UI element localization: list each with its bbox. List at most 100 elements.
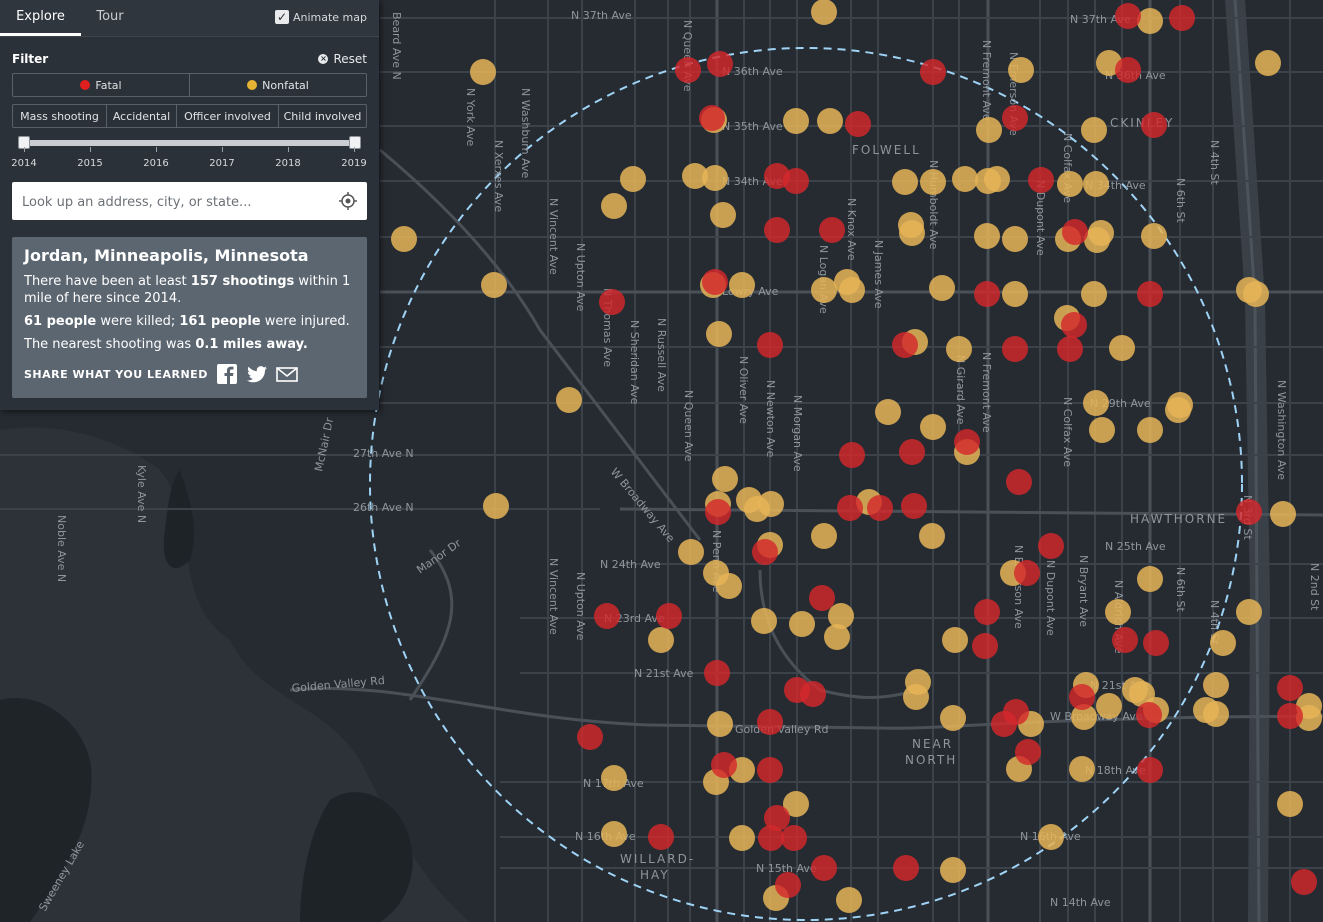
- fatal-shooting-marker[interactable]: [1136, 702, 1162, 728]
- nonfatal-shooting-marker[interactable]: [1088, 220, 1114, 246]
- fatal-shooting-marker[interactable]: [1112, 627, 1138, 653]
- nonfatal-shooting-marker[interactable]: [1081, 281, 1107, 307]
- fatal-shooting-marker[interactable]: [764, 217, 790, 243]
- filter-child-involved-button[interactable]: Child involved: [279, 105, 366, 127]
- fatal-shooting-marker[interactable]: [899, 439, 925, 465]
- nonfatal-shooting-marker[interactable]: [811, 523, 837, 549]
- twitter-icon[interactable]: [246, 363, 268, 385]
- email-icon[interactable]: [276, 363, 298, 385]
- fatal-shooting-marker[interactable]: [1115, 3, 1141, 29]
- fatal-shooting-marker[interactable]: [1277, 703, 1303, 729]
- fatal-shooting-marker[interactable]: [1003, 699, 1029, 725]
- fatal-shooting-marker[interactable]: [781, 825, 807, 851]
- nonfatal-shooting-marker[interactable]: [920, 414, 946, 440]
- filter-fatal-button[interactable]: Fatal: [13, 74, 190, 96]
- nonfatal-shooting-marker[interactable]: [1255, 50, 1281, 76]
- nonfatal-shooting-marker[interactable]: [678, 539, 704, 565]
- nonfatal-shooting-marker[interactable]: [601, 821, 627, 847]
- fatal-shooting-marker[interactable]: [1137, 757, 1163, 783]
- nonfatal-shooting-marker[interactable]: [1137, 8, 1163, 34]
- nonfatal-shooting-marker[interactable]: [1203, 672, 1229, 698]
- nonfatal-shooting-marker[interactable]: [811, 277, 837, 303]
- nonfatal-shooting-marker[interactable]: [1203, 701, 1229, 727]
- fatal-shooting-marker[interactable]: [758, 825, 784, 851]
- filter-mass-shooting-button[interactable]: Mass shooting: [13, 105, 107, 127]
- nonfatal-shooting-marker[interactable]: [920, 169, 946, 195]
- nonfatal-shooting-marker[interactable]: [811, 0, 837, 25]
- filter-nonfatal-button[interactable]: Nonfatal: [190, 74, 366, 96]
- filter-accidental-button[interactable]: Accidental: [107, 105, 177, 127]
- nonfatal-shooting-marker[interactable]: [710, 202, 736, 228]
- fatal-shooting-marker[interactable]: [594, 603, 620, 629]
- nonfatal-shooting-marker[interactable]: [706, 321, 732, 347]
- nonfatal-shooting-marker[interactable]: [974, 223, 1000, 249]
- tab-tour[interactable]: Tour: [81, 0, 139, 36]
- fatal-shooting-marker[interactable]: [920, 59, 946, 85]
- nonfatal-shooting-marker[interactable]: [1096, 693, 1122, 719]
- fatal-shooting-marker[interactable]: [893, 855, 919, 881]
- nonfatal-shooting-marker[interactable]: [875, 399, 901, 425]
- fatal-shooting-marker[interactable]: [675, 57, 701, 83]
- fatal-shooting-marker[interactable]: [901, 493, 927, 519]
- nonfatal-shooting-marker[interactable]: [1069, 756, 1095, 782]
- nonfatal-shooting-marker[interactable]: [1165, 397, 1191, 423]
- fatal-shooting-marker[interactable]: [699, 105, 725, 131]
- fatal-shooting-marker[interactable]: [1006, 469, 1032, 495]
- nonfatal-shooting-marker[interactable]: [952, 166, 978, 192]
- fatal-shooting-marker[interactable]: [1002, 105, 1028, 131]
- fatal-shooting-marker[interactable]: [1002, 336, 1028, 362]
- nonfatal-shooting-marker[interactable]: [1141, 223, 1167, 249]
- address-search-input[interactable]: [20, 182, 324, 222]
- animate-map-toggle[interactable]: ✓ Animate map: [274, 10, 367, 24]
- nonfatal-shooting-marker[interactable]: [702, 165, 728, 191]
- slider-track[interactable]: [24, 140, 355, 146]
- nonfatal-shooting-marker[interactable]: [729, 272, 755, 298]
- nonfatal-shooting-marker[interactable]: [942, 627, 968, 653]
- fatal-shooting-marker[interactable]: [867, 495, 893, 521]
- fatal-shooting-marker[interactable]: [1069, 684, 1095, 710]
- nonfatal-shooting-marker[interactable]: [1277, 791, 1303, 817]
- nonfatal-shooting-marker[interactable]: [483, 493, 509, 519]
- fatal-shooting-marker[interactable]: [1169, 5, 1195, 31]
- nonfatal-shooting-marker[interactable]: [601, 193, 627, 219]
- nonfatal-shooting-marker[interactable]: [789, 611, 815, 637]
- tab-explore[interactable]: Explore: [0, 0, 81, 36]
- nonfatal-shooting-marker[interactable]: [1089, 417, 1115, 443]
- nonfatal-shooting-marker[interactable]: [824, 624, 850, 650]
- fatal-shooting-marker[interactable]: [1061, 312, 1087, 338]
- nonfatal-shooting-marker[interactable]: [620, 166, 646, 192]
- nonfatal-shooting-marker[interactable]: [648, 627, 674, 653]
- fatal-shooting-marker[interactable]: [757, 709, 783, 735]
- fatal-shooting-marker[interactable]: [1057, 336, 1083, 362]
- fatal-shooting-marker[interactable]: [648, 824, 674, 850]
- fatal-shooting-marker[interactable]: [974, 599, 1000, 625]
- fatal-shooting-marker[interactable]: [809, 585, 835, 611]
- nonfatal-shooting-marker[interactable]: [1109, 335, 1135, 361]
- nonfatal-shooting-marker[interactable]: [817, 108, 843, 134]
- fatal-shooting-marker[interactable]: [1291, 869, 1317, 895]
- nonfatal-shooting-marker[interactable]: [940, 705, 966, 731]
- nonfatal-shooting-marker[interactable]: [946, 336, 972, 362]
- fatal-shooting-marker[interactable]: [783, 168, 809, 194]
- checkbox-icon[interactable]: ✓: [274, 10, 289, 24]
- nonfatal-shooting-marker[interactable]: [919, 523, 945, 549]
- fatal-shooting-marker[interactable]: [711, 752, 737, 778]
- nonfatal-shooting-marker[interactable]: [1083, 171, 1109, 197]
- nonfatal-shooting-marker[interactable]: [712, 466, 738, 492]
- nonfatal-shooting-marker[interactable]: [716, 573, 742, 599]
- nonfatal-shooting-marker[interactable]: [601, 765, 627, 791]
- nonfatal-shooting-marker[interactable]: [729, 825, 755, 851]
- nonfatal-shooting-marker[interactable]: [1008, 57, 1034, 83]
- fatal-shooting-marker[interactable]: [1141, 112, 1167, 138]
- fatal-shooting-marker[interactable]: [656, 603, 682, 629]
- slider-handle-end[interactable]: [349, 136, 361, 149]
- nonfatal-shooting-marker[interactable]: [1002, 226, 1028, 252]
- fatal-shooting-marker[interactable]: [974, 281, 1000, 307]
- nonfatal-shooting-marker[interactable]: [751, 608, 777, 634]
- nonfatal-shooting-marker[interactable]: [556, 387, 582, 413]
- fatal-shooting-marker[interactable]: [839, 442, 865, 468]
- nonfatal-shooting-marker[interactable]: [1083, 390, 1109, 416]
- fatal-shooting-marker[interactable]: [845, 111, 871, 137]
- fatal-shooting-marker[interactable]: [1028, 167, 1054, 193]
- nonfatal-shooting-marker[interactable]: [1236, 599, 1262, 625]
